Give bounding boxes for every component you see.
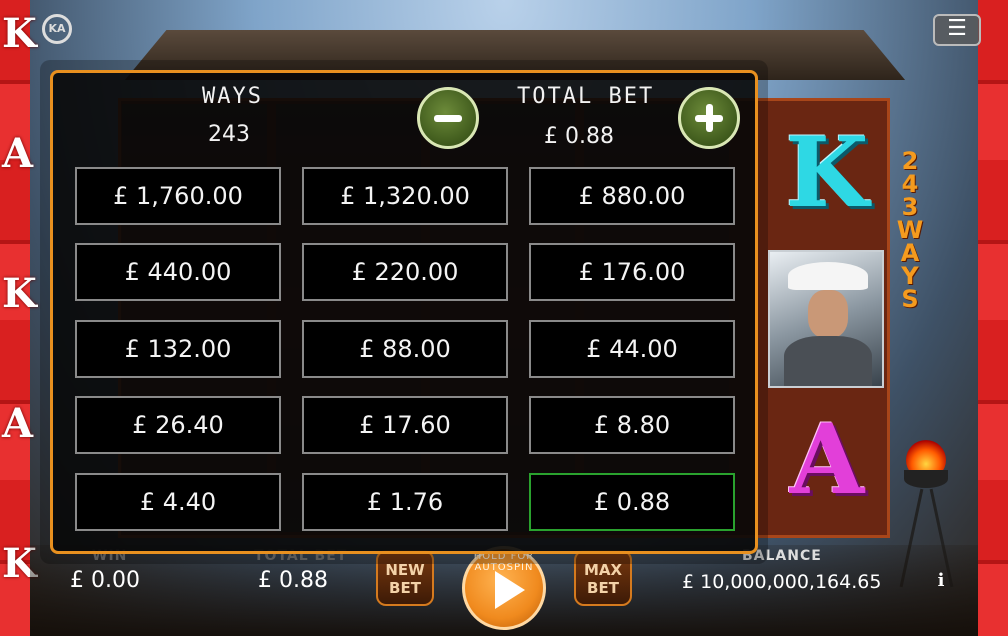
play-icon bbox=[495, 571, 525, 609]
warrior-hat bbox=[788, 262, 868, 290]
ways-banner: 2 4 3 W A Y S bbox=[896, 149, 924, 350]
bet-option[interactable]: £ 4.40 bbox=[75, 473, 281, 531]
bet-option[interactable]: £ 132.00 bbox=[75, 320, 281, 378]
decrease-bet-button[interactable] bbox=[417, 87, 479, 149]
reel-symbol-a: A bbox=[789, 403, 865, 516]
bet-option[interactable]: £ 220.00 bbox=[302, 243, 508, 301]
increase-bet-button[interactable] bbox=[678, 87, 740, 149]
side-letter: A bbox=[2, 400, 34, 447]
warrior-face bbox=[808, 290, 848, 338]
ways-banner-char: S bbox=[901, 285, 919, 313]
bet-option[interactable]: £ 880.00 bbox=[529, 167, 735, 225]
bet-option-selected[interactable]: £ 0.88 bbox=[529, 473, 735, 531]
bet-option[interactable]: £ 44.00 bbox=[529, 320, 735, 378]
reel-symbol-warrior bbox=[768, 250, 884, 388]
brazier-bowl bbox=[904, 470, 948, 488]
bet-option[interactable]: £ 176.00 bbox=[529, 243, 735, 301]
info-icon[interactable]: i bbox=[934, 570, 948, 592]
bet-option[interactable]: £ 26.40 bbox=[75, 396, 281, 454]
bet-option[interactable]: £ 17.60 bbox=[302, 396, 508, 454]
side-letter: A bbox=[2, 130, 34, 177]
right-dice-strip bbox=[978, 0, 1008, 636]
bet-option[interactable]: £ 8.80 bbox=[529, 396, 735, 454]
bet-option[interactable]: £ 440.00 bbox=[75, 243, 281, 301]
bet-option[interactable]: £ 1.76 bbox=[302, 473, 508, 531]
max-bet-label: BET bbox=[587, 579, 619, 597]
total-bet-header-label: TOTAL BET bbox=[517, 84, 655, 109]
ways-value: 243 bbox=[208, 122, 250, 147]
balance-value: £ 10,000,000,164.65 bbox=[682, 571, 882, 593]
bet-option[interactable]: £ 1,760.00 bbox=[75, 167, 281, 225]
new-bet-label: BET bbox=[389, 579, 421, 597]
warrior-armor bbox=[784, 336, 872, 386]
reel-symbol-k: K bbox=[785, 116, 869, 229]
plus-icon bbox=[706, 104, 713, 132]
bet-option[interactable]: £ 88.00 bbox=[302, 320, 508, 378]
left-dice-strip: K A K A K bbox=[0, 0, 37, 636]
win-value: £ 0.00 bbox=[70, 568, 140, 593]
ways-label: WAYS bbox=[202, 84, 263, 109]
hamburger-menu-icon[interactable]: ☰ bbox=[933, 14, 981, 46]
side-letter: K bbox=[2, 10, 37, 57]
provider-logo-icon: KA bbox=[42, 14, 72, 44]
bet-option[interactable]: £ 1,320.00 bbox=[302, 167, 508, 225]
total-bet-value: £ 0.88 bbox=[258, 568, 328, 593]
minus-icon bbox=[434, 115, 462, 122]
total-bet-header-value: £ 0.88 bbox=[544, 124, 614, 149]
side-letter: K bbox=[2, 270, 37, 317]
